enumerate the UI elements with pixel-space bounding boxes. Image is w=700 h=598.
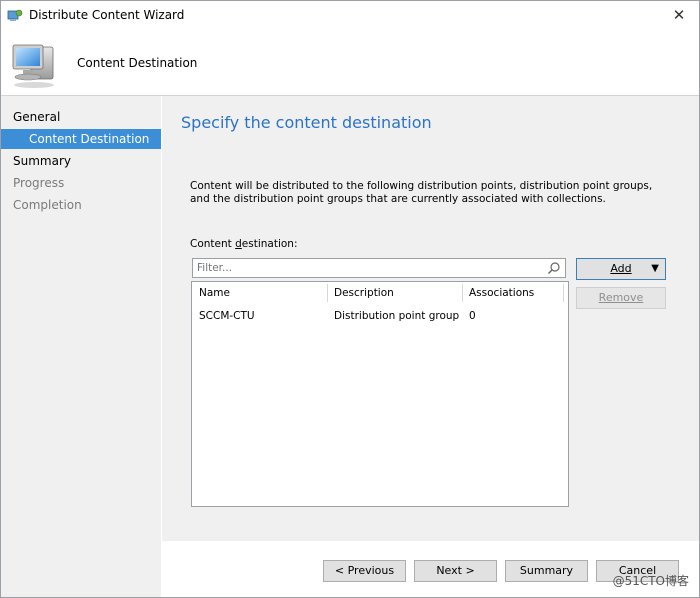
wizard-content: Specify the content destination Content …: [162, 96, 699, 541]
description-text: Content will be distributed to the follo…: [190, 180, 653, 205]
title-bar: Distribute Content Wizard ✕: [1, 1, 699, 31]
window-title: Distribute Content Wizard: [29, 8, 185, 22]
wizard-window: Distribute Content Wizard ✕ Content Dest…: [0, 0, 700, 598]
table-row[interactable]: SCCM-CTU Distribution point group 0: [192, 305, 568, 327]
close-icon[interactable]: ✕: [667, 3, 691, 27]
watermark-text: @51CTO博客: [612, 574, 689, 588]
filter-input[interactable]: [193, 259, 537, 277]
column-separator[interactable]: [327, 284, 328, 302]
column-separator[interactable]: [462, 284, 463, 302]
sidebar-item-summary[interactable]: Summary: [13, 151, 161, 171]
remove-button-label: Remove: [598, 291, 644, 304]
wizard-sidebar: General Content Destination Summary Prog…: [1, 96, 161, 597]
summary-button[interactable]: Summary: [505, 560, 588, 582]
wizard-header: Content Destination: [1, 31, 699, 96]
wizard-app-icon: [7, 9, 23, 21]
next-button[interactable]: Next >: [414, 560, 497, 582]
filter-box: [192, 258, 566, 278]
dest-label-accesskey: d: [235, 238, 242, 250]
dest-label-prefix: Content: [190, 238, 236, 250]
list-header: Name Description Associations: [192, 282, 568, 304]
sidebar-item-general[interactable]: General: [13, 107, 161, 127]
section-title: Specify the content destination: [181, 113, 432, 132]
search-icon[interactable]: [547, 261, 561, 275]
destination-list[interactable]: Name Description Associations SCCM-CTU D…: [191, 281, 569, 507]
previous-button[interactable]: < Previous: [323, 560, 406, 582]
sidebar-item-completion: Completion: [13, 198, 82, 212]
remove-button: Remove: [576, 287, 666, 309]
computer-icon: [12, 44, 54, 88]
column-header-description[interactable]: Description: [334, 282, 394, 304]
column-separator[interactable]: [563, 284, 564, 302]
dest-label-suffix: estination:: [241, 238, 298, 250]
sidebar-item-content-destination[interactable]: Content Destination: [1, 129, 161, 149]
column-header-associations[interactable]: Associations: [469, 282, 534, 304]
dropdown-caret-icon: ▼: [651, 263, 659, 274]
cell-associations: 0: [469, 310, 476, 322]
column-header-name[interactable]: Name: [199, 282, 230, 304]
cell-description: Distribution point group: [334, 310, 460, 322]
content-destination-label: Content destination:: [190, 238, 298, 250]
page-title: Content Destination: [77, 56, 198, 70]
cell-name: SCCM-CTU: [199, 310, 255, 322]
add-button-label: Add: [610, 262, 632, 275]
sidebar-item-progress: Progress: [13, 176, 65, 190]
add-button[interactable]: Add ▼: [576, 258, 666, 280]
